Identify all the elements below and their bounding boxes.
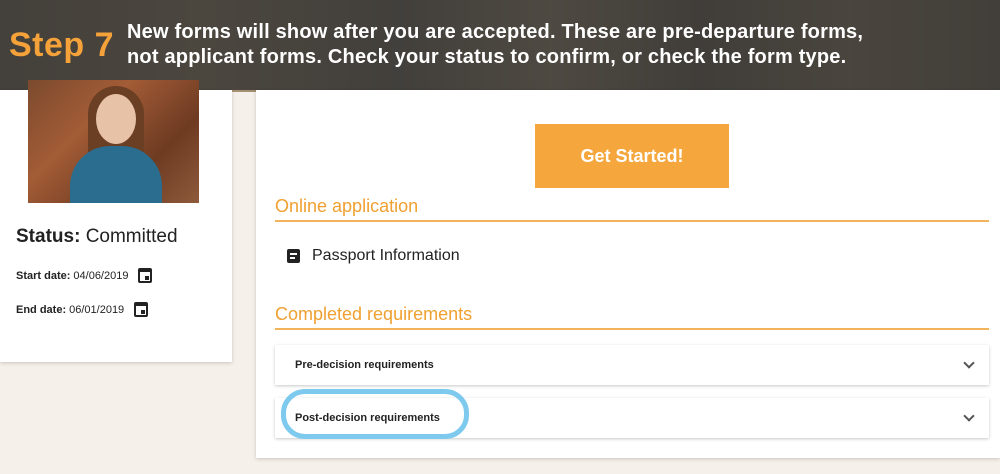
step-banner: Step 7 New forms will show after you are… <box>0 0 1000 90</box>
completed-requirements-heading: Completed requirements <box>275 304 989 330</box>
status-label: Status: <box>16 226 81 247</box>
pre-decision-label: Pre-decision requirements <box>295 359 434 371</box>
start-date-row: Start date: 04/06/2019 <box>16 268 153 283</box>
pre-decision-accordion[interactable]: Pre-decision requirements <box>275 345 989 385</box>
status-value: Committed <box>85 226 178 247</box>
chevron-down-icon[interactable] <box>963 357 975 369</box>
passport-information-label: Passport Information <box>312 247 460 264</box>
calendar-icon[interactable] <box>138 268 153 283</box>
calendar-icon[interactable] <box>134 302 149 317</box>
step-text-line2: not applicant forms. Check your status t… <box>127 46 847 68</box>
profile-card: Status: Committed Start date: 04/06/2019… <box>0 80 232 362</box>
start-date-label: Start date: <box>16 269 71 282</box>
step-text-line1: New forms will show after you are accept… <box>127 21 864 43</box>
online-application-heading: Online application <box>275 196 989 222</box>
start-date-value: 04/06/2019 <box>73 269 129 282</box>
step-label: Step 7 <box>9 25 115 64</box>
end-date-row: End date: 06/01/2019 <box>16 302 149 317</box>
status-row: Status: Committed <box>16 226 178 248</box>
step-instructions: New forms will show after you are accept… <box>127 20 863 70</box>
document-icon <box>287 249 300 263</box>
end-date-label: End date: <box>16 303 67 316</box>
passport-information-item[interactable]: Passport Information <box>287 247 460 265</box>
get-started-button[interactable]: Get Started! <box>535 124 729 188</box>
post-decision-accordion[interactable]: Post-decision requirements <box>275 398 989 438</box>
end-date-value: 06/01/2019 <box>69 303 125 316</box>
post-decision-label: Post-decision requirements <box>295 412 440 424</box>
chevron-down-icon[interactable] <box>963 410 975 422</box>
avatar <box>28 80 199 203</box>
application-card: Get Started! Online application Passport… <box>256 90 1000 458</box>
